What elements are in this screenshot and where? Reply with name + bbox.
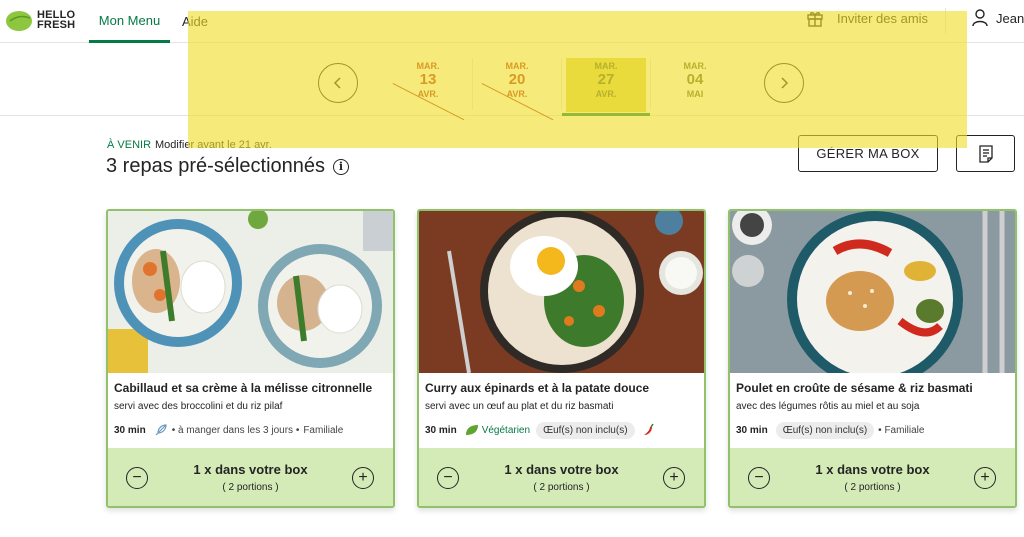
portions-label: ( 2 portions ) — [844, 482, 901, 493]
feather-icon — [155, 424, 167, 436]
recipe-card[interactable]: Poulet en croûte de sésame & riz basmati… — [728, 209, 1017, 508]
week-day: 20 — [508, 71, 526, 88]
week-day: 27 — [597, 71, 615, 88]
invite-friends-label: Inviter des amis — [837, 10, 929, 26]
leaf-icon — [465, 425, 478, 435]
increase-quantity-button[interactable]: + — [974, 467, 996, 489]
tag-egg-not-included: Œuf(s) non inclu(s) — [536, 421, 635, 439]
week-divider — [472, 58, 473, 110]
recipe-card[interactable]: Curry aux épinards et à la patate douce … — [417, 209, 706, 508]
next-week-button[interactable] — [764, 63, 804, 103]
prep-time: 30 min — [736, 424, 768, 436]
quantity-label: 1 x dans votre box — [815, 462, 930, 477]
tag-family-text: Familiale — [884, 424, 925, 436]
tag-freshness: • à manger dans les 3 jours • — [171, 424, 300, 436]
recipe-photo-curry[interactable] — [419, 211, 704, 373]
week-month: MAI — [686, 89, 704, 99]
week-27-avr[interactable]: MAR. 27 AVR. — [562, 58, 650, 116]
logo-line-2: FRESH — [37, 19, 76, 31]
header-divider — [945, 8, 946, 34]
previous-week-button[interactable] — [318, 63, 358, 103]
week-month: AVR. — [417, 89, 439, 99]
quantity-label: 1 x dans votre box — [504, 462, 619, 477]
quantity-label: 1 x dans votre box — [193, 462, 308, 477]
status-tag: À VENIR — [107, 139, 152, 151]
logo-wordmark: HELLO FRESH — [37, 10, 76, 31]
week-day: 04 — [686, 71, 704, 88]
increase-quantity-button[interactable]: + — [663, 467, 685, 489]
plus-circle-icon: + — [980, 469, 990, 486]
deadline-text: Modifier avant le 21 avr. — [155, 139, 272, 151]
tag-egg-not-included: Œuf(s) non inclu(s) — [775, 421, 875, 439]
week-weekday: MAR. — [505, 61, 529, 71]
notes-icon — [978, 144, 993, 163]
portions-label: ( 2 portions ) — [533, 482, 590, 493]
user-account-menu[interactable]: Jean- — [972, 9, 1024, 27]
quantity-panel: − 1 x dans votre box ( 2 portions ) + — [108, 448, 393, 506]
gift-icon — [807, 12, 823, 27]
tag-vegetarian: Végétarien — [465, 424, 530, 436]
chili-icon — [643, 423, 654, 435]
tag-freshness-text: à manger dans les 3 jours — [177, 424, 294, 436]
plus-circle-icon: + — [358, 469, 368, 486]
recipe-photo-poulet[interactable] — [730, 211, 1015, 373]
page: HELLO FRESH Mon Menu Aide Inviter des am… — [0, 0, 1024, 537]
chevron-left-icon — [333, 77, 341, 89]
prep-time: 30 min — [425, 424, 457, 436]
increase-quantity-button[interactable]: + — [352, 467, 374, 489]
week-day: 13 — [419, 71, 437, 88]
manage-box-button[interactable]: GÉRER MA BOX — [798, 135, 938, 172]
week-13-avr[interactable]: MAR. 13 AVR. — [388, 58, 468, 112]
week-month: AVR. — [506, 89, 528, 99]
recipe-card[interactable]: Cabillaud et sa crème à la mélisse citro… — [106, 209, 395, 508]
recipe-tags: 30 min Végétarien Œuf(s) non inclu(s) — [425, 419, 655, 441]
chevron-right-icon — [781, 77, 789, 89]
recipe-subtitle: servi avec des broccolini et du riz pila… — [114, 401, 283, 412]
recipe-name[interactable]: Poulet en croûte de sésame & riz basmati — [736, 381, 973, 395]
week-divider — [561, 58, 562, 110]
recipe-subtitle: avec des légumes rôtis au miel et au soj… — [736, 401, 920, 412]
recipe-name[interactable]: Cabillaud et sa crème à la mélisse citro… — [114, 381, 372, 395]
prep-time: 30 min — [114, 424, 146, 436]
plus-circle-icon: + — [669, 469, 679, 486]
hellofresh-logo[interactable]: HELLO FRESH — [4, 8, 75, 32]
week-weekday: MAR. — [594, 61, 618, 71]
tag-vegetarian-text: Végétarien — [481, 424, 531, 436]
delivery-status: À VENIR Modifier avant le 21 avr. — [107, 139, 272, 151]
week-weekday: MAR. — [683, 61, 707, 71]
invite-friends-link[interactable]: Inviter des amis — [806, 9, 928, 27]
lime-logo-icon — [6, 11, 32, 31]
week-month: AVR. — [595, 89, 617, 99]
week-divider — [650, 58, 651, 110]
recipe-name[interactable]: Curry aux épinards et à la patate douce — [425, 381, 649, 395]
nav-tab-aide[interactable]: Aide — [182, 0, 208, 43]
page-title-text: 3 repas pré-sélectionnés — [106, 155, 326, 177]
week-20-avr[interactable]: MAR. 20 AVR. — [477, 58, 557, 112]
quantity-panel: − 1 x dans votre box ( 2 portions ) + — [419, 448, 704, 506]
week-weekday: MAR. — [416, 61, 440, 71]
week-04-mai[interactable]: MAR. 04 MAI — [655, 58, 735, 112]
tag-family: Familiale — [303, 424, 344, 436]
tag-family: • Familiale — [878, 424, 925, 436]
info-icon[interactable]: i — [333, 158, 350, 175]
recipe-tags: 30 min • à manger dans les 3 jours • Fam… — [114, 419, 343, 441]
user-icon — [972, 9, 988, 27]
nav-tab-mon-menu[interactable]: Mon Menu — [89, 0, 170, 43]
recipe-tags: 30 min Œuf(s) non inclu(s) • Familiale — [736, 419, 924, 441]
user-name: Jean- — [996, 10, 1024, 26]
top-navigation: HELLO FRESH Mon Menu Aide Inviter des am… — [0, 0, 1024, 43]
recipe-photo-cabillaud[interactable] — [108, 211, 393, 373]
quantity-panel: − 1 x dans votre box ( 2 portions ) + — [730, 448, 1015, 506]
recipe-subtitle: servi avec un œuf au plat et du riz basm… — [425, 401, 614, 412]
week-selector: MAR. 13 AVR. MAR. 20 AVR. MAR. 27 AVR. M… — [0, 44, 1024, 116]
notes-button[interactable] — [956, 135, 1015, 172]
page-title: 3 repas pré-sélectionnés i — [106, 155, 350, 178]
portions-label: ( 2 portions ) — [222, 482, 279, 493]
